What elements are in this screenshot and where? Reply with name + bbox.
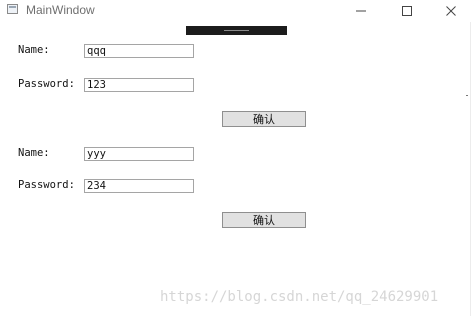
minimize-icon (356, 10, 366, 12)
confirm-button-2[interactable]: 确认 (222, 212, 306, 228)
maximize-icon (402, 6, 412, 16)
edge-tick (466, 95, 468, 96)
drag-handle-bar[interactable] (186, 26, 287, 35)
window-right-edge (470, 22, 471, 316)
password-input[interactable] (84, 78, 194, 92)
watermark-text: https://blog.csdn.net/qq_24629901 (160, 289, 439, 305)
window-title: MainWindow (26, 3, 95, 17)
name-input[interactable] (84, 44, 194, 58)
maximize-button[interactable] (384, 0, 430, 22)
title-bar[interactable]: MainWindow (0, 0, 474, 22)
password-label-2: Password: (18, 179, 75, 191)
confirm-button[interactable]: 确认 (222, 111, 306, 127)
main-window: MainWindow Name: Password: 确认 Name: Pass… (0, 0, 474, 316)
minimize-button[interactable] (338, 0, 384, 22)
name-label-2: Name: (18, 147, 50, 159)
window-app-icon (7, 4, 18, 14)
password-input-2[interactable] (84, 179, 194, 193)
name-label: Name: (18, 44, 50, 56)
password-label: Password: (18, 78, 75, 90)
close-button[interactable] (428, 0, 474, 22)
grip-icon (224, 30, 249, 31)
close-icon (446, 6, 456, 16)
name-input-2[interactable] (84, 147, 194, 161)
